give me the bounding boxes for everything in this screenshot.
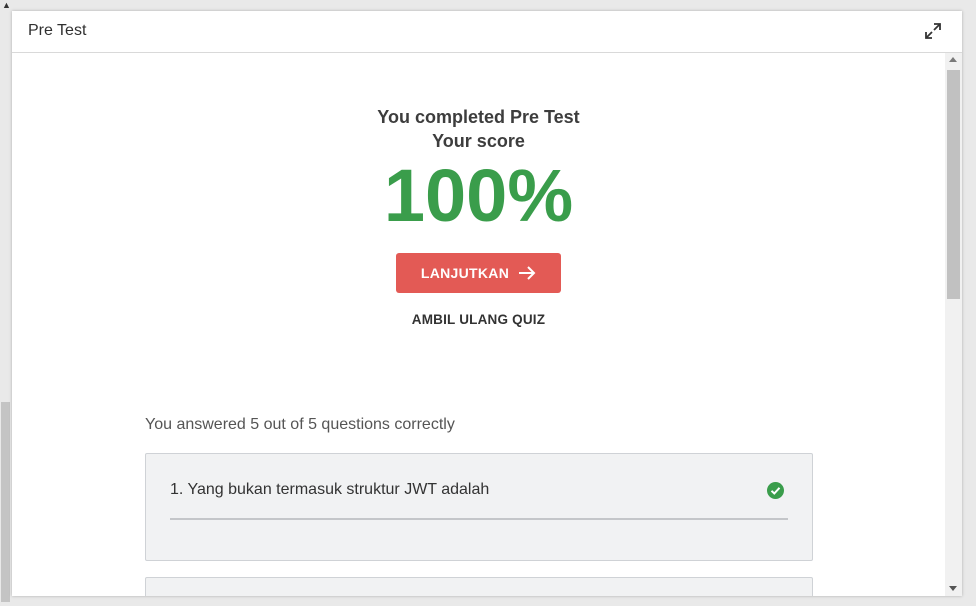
page-scrollbar-thumb[interactable] xyxy=(1,402,10,602)
score-label: Your score xyxy=(432,131,525,151)
arrow-right-icon xyxy=(519,266,536,280)
dialog-header: Pre Test xyxy=(12,11,962,53)
dialog-title: Pre Test xyxy=(28,22,87,39)
quiz-dialog: Pre Test You completed Pre Test Your sco… xyxy=(12,11,962,596)
question-card[interactable] xyxy=(145,577,813,596)
scroll-up-icon[interactable] xyxy=(949,57,957,62)
answered-summary: You answered 5 out of 5 questions correc… xyxy=(145,416,455,433)
continue-button-label: LANJUTKAN xyxy=(420,265,510,281)
check-circle-icon xyxy=(767,482,784,499)
expand-icon[interactable] xyxy=(923,21,943,41)
completed-line: You completed Pre Test xyxy=(377,107,580,127)
score-value: 100% xyxy=(383,154,574,237)
continue-button[interactable]: LANJUTKAN xyxy=(396,253,561,293)
content-scrollbar[interactable] xyxy=(945,53,962,596)
scroll-down-icon[interactable] xyxy=(949,586,957,591)
retake-quiz-button[interactable]: AMBIL ULANG QUIZ xyxy=(396,312,561,332)
dialog-content: You completed Pre Test Your score 100% L… xyxy=(12,53,945,596)
result-heading: You completed Pre Test Your score xyxy=(12,105,945,153)
scroll-up-icon[interactable]: ▲ xyxy=(2,0,11,10)
content-scrollbar-thumb[interactable] xyxy=(947,70,960,299)
question-card[interactable]: 1. Yang bukan termasuk struktur JWT adal… xyxy=(145,453,813,561)
question-text: 1. Yang bukan termasuk struktur JWT adal… xyxy=(170,481,490,498)
question-divider xyxy=(170,518,788,520)
page-scrollbar[interactable]: ▲ xyxy=(0,0,12,606)
